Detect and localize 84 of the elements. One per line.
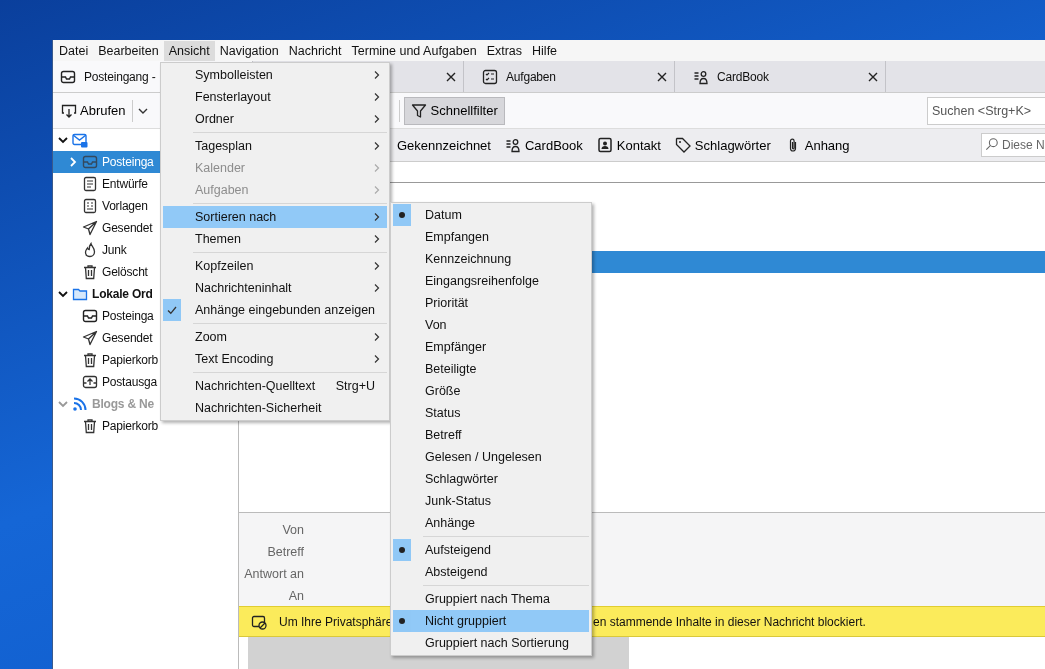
expand-chevron-icon[interactable] (57, 288, 69, 300)
menu-item[interactable]: Junk-Status (393, 490, 589, 512)
paper-plane-icon (82, 220, 98, 236)
close-icon[interactable] (445, 70, 457, 83)
tag-icon (674, 137, 691, 153)
filter-toggle[interactable]: Kontakt (594, 137, 663, 153)
menu-item[interactable]: Nicht gruppiert (393, 610, 589, 632)
menu-item[interactable]: Kennzeichnung (393, 248, 589, 270)
menu-item[interactable]: Ordner (163, 108, 387, 130)
collapse-chevron-icon[interactable] (67, 156, 79, 168)
menu-item[interactable]: Zoom (163, 326, 387, 348)
menu-item[interactable]: Betreff (393, 424, 589, 446)
inbox-icon (60, 68, 76, 85)
menu-bar-item[interactable]: Navigation (214, 40, 284, 61)
menu-bar-item[interactable]: Bearbeiten (93, 40, 164, 61)
expand-chevron-icon[interactable] (57, 134, 69, 146)
header-label: Betreff (266, 545, 304, 559)
menu-bar-item[interactable]: Ansicht (163, 40, 215, 61)
menu-item[interactable]: Schlagwörter (393, 468, 589, 490)
flame-icon (82, 242, 98, 258)
outbox-icon (82, 374, 98, 390)
trash-icon (82, 352, 98, 368)
account-name[interactable]: Lokale Ord (92, 287, 153, 301)
close-icon[interactable] (867, 70, 879, 83)
filter-icon (410, 102, 427, 119)
menu-item[interactable]: Anhänge (393, 512, 589, 534)
checklist-icon (482, 68, 498, 85)
menu-item[interactable]: Aufsteigend (393, 539, 589, 561)
header-label: Von (281, 523, 304, 537)
filter-toggle[interactable]: Gekennzeichnet (395, 137, 493, 153)
folder-icon (72, 286, 88, 302)
menu-bar-item[interactable]: Nachricht (283, 40, 347, 61)
menu-item[interactable]: Anhänge eingebunden anzeigen (163, 299, 387, 321)
menu-item[interactable]: Priorität (393, 292, 589, 314)
rss-icon (72, 396, 88, 412)
menu-item[interactable]: Status (393, 402, 589, 424)
menu-item[interactable]: Größe (393, 380, 589, 402)
menu-item[interactable]: Empfänger (393, 336, 589, 358)
menu-bar-item[interactable]: Hilfe (527, 40, 563, 61)
menu-item[interactable]: Nachrichteninhalt (163, 277, 387, 299)
notification-text: Um Ihre Privatsphäre (279, 614, 393, 629)
template-icon (82, 198, 98, 214)
document-icon (82, 176, 98, 192)
search-field[interactable]: Suchen <Strg+K> (927, 96, 1045, 125)
menu-item[interactable]: Sortieren nach (163, 206, 387, 228)
inbox-icon (82, 308, 98, 324)
tab[interactable]: Aufgaben (475, 61, 675, 92)
menu-item[interactable]: Absteigend (393, 561, 589, 583)
filter-toggle[interactable]: Anhang (782, 137, 852, 153)
header-label: Antwort an (243, 567, 304, 581)
mail-lock-icon (72, 132, 88, 148)
menu-item[interactable]: Kopfzeilen (163, 255, 387, 277)
menu-item[interactable]: Beteiligte (393, 358, 589, 380)
filter-toggle[interactable]: CardBook (502, 137, 585, 153)
menu-item[interactable]: Gruppiert nach Thema (393, 588, 589, 610)
get-messages-button[interactable]: Abrufen (59, 98, 128, 123)
blocked-content-icon (251, 613, 267, 630)
menu-item[interactable]: Gruppiert nach Sortierung (393, 632, 589, 654)
filter-search-field[interactable]: Diese N (981, 133, 1045, 157)
menu-bar-item[interactable]: Extras (481, 40, 528, 61)
menu-item[interactable]: Themen (163, 228, 387, 250)
tab[interactable]: CardBook (686, 61, 886, 92)
download-tray-icon (61, 102, 77, 119)
filter-toggle[interactable]: Schlagwörter (672, 137, 773, 153)
inbox-icon (82, 154, 98, 170)
trash-icon (82, 264, 98, 280)
menu-item[interactable]: Empfangen (393, 226, 589, 248)
header-label: An (287, 589, 304, 603)
contact-card-icon (596, 137, 613, 153)
menu-item[interactable]: Nachrichten-Quelltext Strg+U (163, 375, 387, 397)
notification-text: en stammende Inhalte in dieser Nachricht blockiert. (593, 614, 866, 629)
close-icon[interactable] (656, 70, 668, 83)
menu-item[interactable]: Text Encoding (163, 348, 387, 370)
menu-bar-item[interactable]: Termine und Aufgaben (346, 40, 482, 61)
menu-item[interactable]: Eingangsreihenfolge (393, 270, 589, 292)
menu-bar-item[interactable]: Datei (54, 40, 94, 61)
menu-item[interactable]: Datum (393, 204, 589, 226)
paper-plane-icon (82, 330, 98, 346)
trash-icon (82, 418, 98, 434)
quick-filter-button[interactable]: Schnellfilter (403, 96, 505, 125)
menu-item[interactable]: Von (393, 314, 589, 336)
address-book-icon (693, 68, 709, 85)
menu-item[interactable]: Gelesen / Ungelesen (393, 446, 589, 468)
address-book-icon (504, 137, 521, 153)
